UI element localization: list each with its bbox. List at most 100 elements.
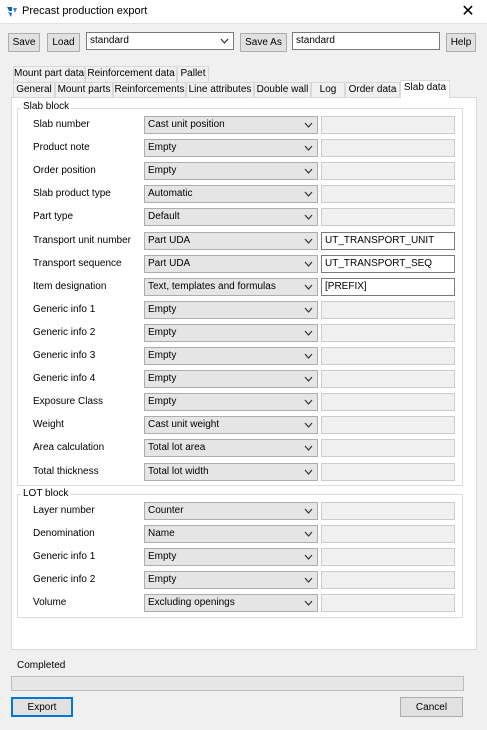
tab-mount-part-data[interactable]: Mount part data — [13, 66, 85, 82]
field-value: [PREFIX] — [325, 280, 367, 292]
dropdown-value: Cast unit position — [148, 119, 225, 130]
save-button[interactable]: Save — [8, 33, 40, 52]
tab-line-attributes[interactable]: Line attributes — [186, 82, 254, 98]
chevron-down-icon — [304, 238, 313, 244]
dropdown-value: Total lot area — [148, 442, 206, 454]
dropdown-value: Part UDA — [148, 234, 191, 246]
cancel-button[interactable]: Cancel — [400, 697, 463, 717]
field-product-note[interactable] — [321, 139, 455, 158]
field-exposure-class[interactable] — [321, 393, 455, 412]
dropdown-value: Name — [148, 528, 175, 539]
dropdown-slab-number[interactable]: Cast unit position — [144, 116, 318, 134]
tab-log[interactable]: Log — [311, 82, 345, 98]
field-generic-info-2[interactable] — [321, 571, 455, 589]
field-item-designation[interactable]: [PREFIX] — [321, 277, 455, 296]
chevron-down-icon — [304, 508, 313, 514]
field-layer-number[interactable] — [321, 502, 455, 520]
label-product-note: Product note — [33, 142, 90, 154]
dropdown-value: Total lot width — [148, 465, 209, 477]
field-weight[interactable] — [321, 416, 455, 435]
dropdown-transport-sequence[interactable]: Part UDA — [144, 254, 318, 273]
field-total-thickness[interactable] — [321, 462, 455, 481]
export-button[interactable]: Export — [11, 697, 73, 717]
field-generic-info-3[interactable] — [321, 347, 455, 365]
field-generic-info-1[interactable] — [321, 300, 455, 319]
chevron-down-icon — [304, 554, 313, 560]
label-part-type: Part type — [33, 211, 74, 223]
label-layer-number: Layer number — [33, 505, 95, 516]
dropdown-generic-info-1[interactable]: Empty — [144, 300, 318, 319]
tab-general[interactable]: General — [13, 82, 55, 98]
label-order-position: Order position — [33, 165, 96, 177]
label-slab-number: Slab number — [33, 119, 90, 130]
field-generic-info-1[interactable] — [321, 548, 455, 566]
dropdown-denomination[interactable]: Name — [144, 525, 318, 543]
label-transport-sequence: Transport sequence — [33, 257, 122, 269]
dropdown-value: Automatic — [148, 188, 193, 200]
field-area-calculation[interactable] — [321, 439, 455, 458]
dropdown-layer-number[interactable]: Counter — [144, 502, 318, 520]
label-generic-info-3: Generic info 3 — [33, 350, 96, 361]
dropdown-value: Excluding openings — [148, 597, 235, 608]
load-button[interactable]: Load — [47, 33, 80, 52]
dropdown-value: Empty — [148, 142, 177, 154]
dropdown-area-calculation[interactable]: Total lot area — [144, 439, 318, 458]
dropdown-value: Empty — [148, 165, 177, 177]
tab-mount-parts[interactable]: Mount parts — [55, 82, 113, 98]
chevron-down-icon — [304, 376, 313, 383]
tab-reinforcement-data[interactable]: Reinforcement data — [85, 66, 177, 82]
dropdown-generic-info-2[interactable]: Empty — [144, 571, 318, 589]
dropdown-value: Cast unit weight — [148, 419, 220, 431]
chevron-down-icon — [304, 445, 313, 452]
field-transport-sequence[interactable]: UT_TRANSPORT_SEQ — [321, 254, 455, 273]
dropdown-item-designation[interactable]: Text, templates and formulas — [144, 277, 318, 296]
preset-value: standard — [90, 35, 129, 46]
field-slab-product-type[interactable] — [321, 185, 455, 204]
label-item-designation: Item designation — [33, 280, 107, 292]
field-generic-info-2[interactable] — [321, 323, 455, 342]
field-generic-info-4[interactable] — [321, 370, 455, 389]
status-text: Completed — [17, 660, 66, 671]
dropdown-value: Counter — [148, 505, 184, 516]
dropdown-order-position[interactable]: Empty — [144, 162, 318, 181]
dropdown-volume[interactable]: Excluding openings — [144, 594, 318, 612]
dropdown-part-type[interactable]: Default — [144, 208, 318, 227]
dropdown-exposure-class[interactable]: Empty — [144, 393, 318, 412]
chevron-down-icon — [304, 145, 313, 152]
preset-dropdown[interactable]: standard — [86, 32, 234, 50]
dropdown-value: Empty — [148, 350, 177, 361]
dropdown-generic-info-3[interactable]: Empty — [144, 347, 318, 365]
dropdown-product-note[interactable]: Empty — [144, 139, 318, 158]
dropdown-weight[interactable]: Cast unit weight — [144, 416, 318, 435]
dropdown-value: Empty — [148, 574, 177, 585]
label-generic-info-1: Generic info 1 — [33, 303, 96, 315]
dropdown-slab-product-type[interactable]: Automatic — [144, 185, 318, 204]
dropdown-value: Part UDA — [148, 257, 191, 269]
field-slab-number[interactable] — [321, 116, 455, 134]
dropdown-generic-info-1[interactable]: Empty — [144, 548, 318, 566]
close-icon[interactable]: ✕ — [453, 1, 483, 23]
chevron-down-icon — [304, 422, 313, 429]
tab-reinforcements[interactable]: Reinforcements — [113, 82, 186, 98]
dropdown-value: Empty — [148, 373, 177, 385]
save-as-button[interactable]: Save As — [240, 33, 287, 52]
save-as-name-input[interactable]: standard — [292, 32, 440, 50]
dropdown-transport-unit-number[interactable]: Part UDA — [144, 231, 318, 250]
dropdown-total-thickness[interactable]: Total lot width — [144, 462, 318, 481]
tab-slab-data[interactable]: Slab data — [400, 80, 450, 98]
tab-pallet[interactable]: Pallet — [177, 66, 209, 82]
field-order-position[interactable] — [321, 162, 455, 181]
tab-order-data[interactable]: Order data — [345, 82, 400, 98]
dropdown-generic-info-2[interactable]: Empty — [144, 323, 318, 342]
help-button[interactable]: Help — [446, 33, 476, 52]
label-generic-info-2: Generic info 2 — [33, 326, 96, 338]
field-part-type[interactable] — [321, 208, 455, 227]
field-transport-unit-number[interactable]: UT_TRANSPORT_UNIT — [321, 231, 455, 250]
tab-double-wall[interactable]: Double wall — [254, 82, 311, 98]
field-denomination[interactable] — [321, 525, 455, 543]
dropdown-value: Empty — [148, 303, 177, 315]
field-volume[interactable] — [321, 594, 455, 612]
label-transport-unit-number: Transport unit number — [33, 234, 132, 246]
dropdown-generic-info-4[interactable]: Empty — [144, 370, 318, 389]
chevron-down-icon — [304, 191, 313, 198]
